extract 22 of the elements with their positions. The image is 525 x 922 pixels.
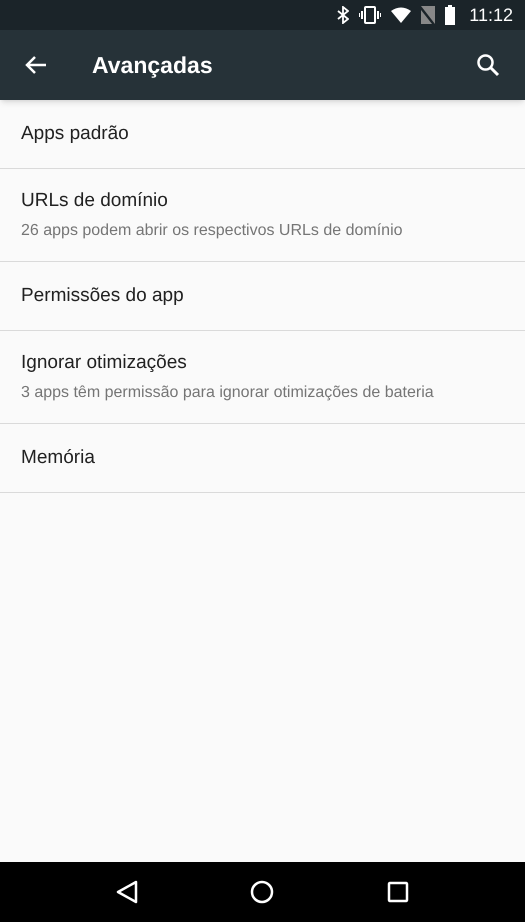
home-nav-button[interactable] [250, 880, 274, 904]
item-title: Memória [21, 446, 96, 470]
wifi-icon [391, 7, 412, 23]
item-title: Permissões do app [21, 284, 185, 308]
settings-item[interactable]: Memória [0, 424, 525, 493]
clock-time: 11:12 [469, 4, 513, 26]
item-summary: 3 apps têm permissão para ignorar otimizações de bateria [21, 382, 435, 403]
no-sim-icon [421, 6, 436, 24]
bluetooth-icon [337, 6, 350, 24]
item-title: URLs de domínio [21, 189, 169, 214]
battery-icon [445, 5, 456, 25]
recents-nav-button[interactable] [386, 881, 409, 903]
back-nav-button[interactable] [116, 880, 138, 904]
vibrate-icon [359, 6, 382, 24]
item-title: Ignorar otimizações [21, 351, 188, 376]
settings-item[interactable]: Ignorar otimizações 3 apps têm permissão para ignorar otimizações de bateria [0, 331, 525, 424]
settings-item[interactable]: Permissões do app [0, 262, 525, 331]
item-title: Apps padrão [21, 122, 130, 146]
settings-item[interactable]: Apps padrão [0, 100, 525, 169]
item-summary: 26 apps podem abrir os respectivos URLs de domínio [21, 220, 404, 241]
toolbar-title: Avançadas [92, 50, 214, 80]
settings-item[interactable]: URLs de domínio 26 apps podem abrir os respectivos URLs de domínio [0, 169, 525, 262]
